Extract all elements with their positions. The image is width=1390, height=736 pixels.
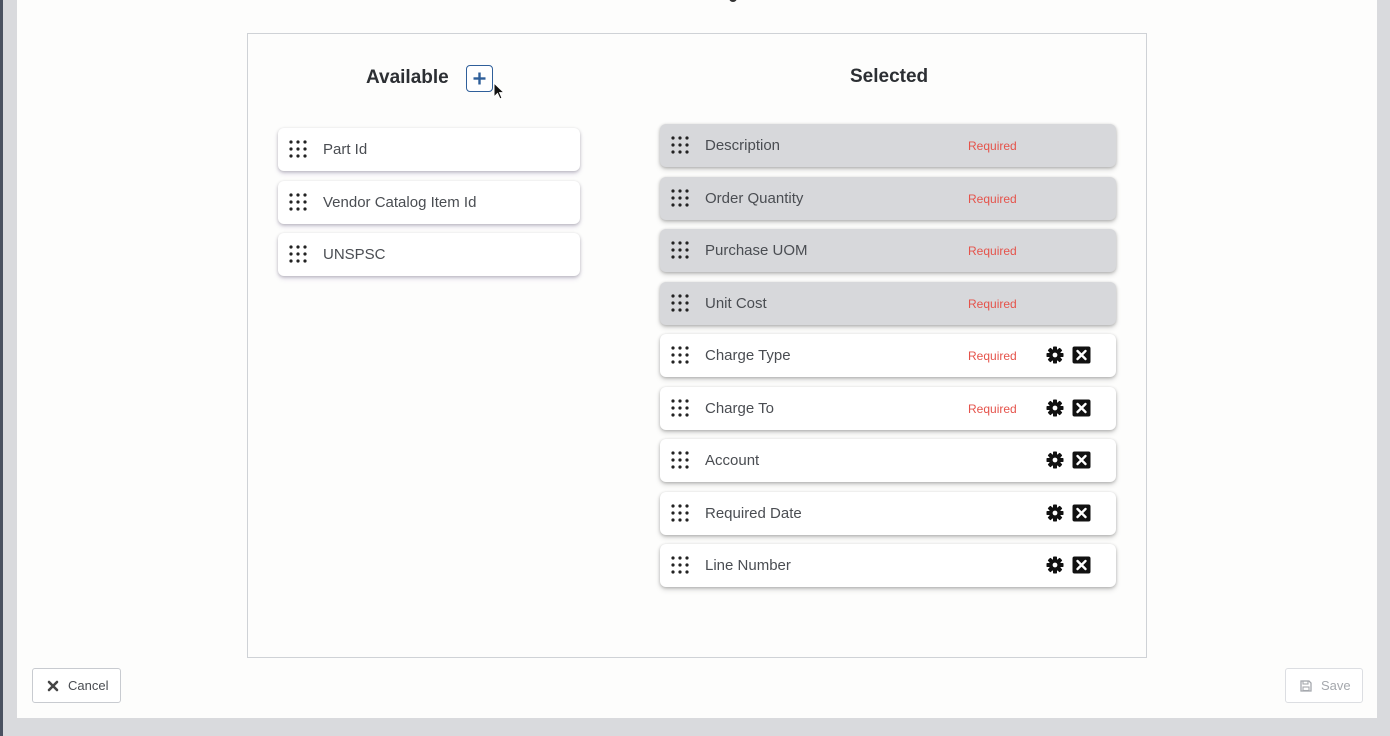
close-icon <box>47 680 59 691</box>
drag-handle-icon[interactable] <box>288 192 308 212</box>
remove-icon[interactable] <box>1072 346 1091 364</box>
drag-handle-icon[interactable] <box>288 139 308 159</box>
selected-field-item[interactable]: Charge Type Required <box>660 334 1116 377</box>
save-button[interactable]: Save <box>1285 668 1363 703</box>
drag-handle-icon[interactable] <box>670 135 690 155</box>
drag-handle-icon[interactable] <box>670 555 690 575</box>
available-column-title: Available <box>366 67 449 88</box>
modal-dialog: Available Selected Part Id Vendor Catalog… <box>17 0 1377 718</box>
selected-column-title: Selected <box>850 66 929 87</box>
selected-field-item[interactable]: Order Quantity Required <box>660 176 1116 220</box>
cancel-button[interactable]: Cancel <box>32 668 121 703</box>
drag-handle-icon[interactable] <box>288 244 308 264</box>
drag-handle-icon[interactable] <box>670 345 690 365</box>
drag-handle-icon[interactable] <box>670 398 690 418</box>
remove-icon[interactable] <box>1072 504 1091 522</box>
field-label: Vendor Catalog Item Id <box>323 193 477 211</box>
required-badge: Required <box>968 139 1017 153</box>
remove-icon[interactable] <box>1072 399 1091 417</box>
required-badge: Required <box>968 401 1017 416</box>
drag-handle-icon[interactable] <box>670 450 690 470</box>
gear-icon[interactable] <box>1046 556 1064 574</box>
available-field-item[interactable]: Part Id <box>278 128 580 171</box>
required-badge: Required <box>968 244 1017 258</box>
gear-icon[interactable] <box>1046 346 1064 364</box>
field-label: Description <box>705 137 781 154</box>
field-label: Charge Type <box>705 347 791 364</box>
required-badge: Required <box>968 191 1017 206</box>
gear-icon[interactable] <box>1046 504 1064 522</box>
drag-handle-icon[interactable] <box>670 293 690 313</box>
field-label: Required Date <box>705 504 802 522</box>
drag-handle-icon[interactable] <box>670 503 690 523</box>
selected-field-item[interactable]: Description Required <box>660 124 1116 167</box>
field-label: Account <box>705 452 760 469</box>
gear-icon[interactable] <box>1046 399 1064 417</box>
selected-field-item[interactable]: Required Date <box>660 491 1116 535</box>
dialog-title-fragment <box>729 0 737 2</box>
available-field-item[interactable]: UNSPSC <box>278 233 580 276</box>
selected-field-item[interactable]: Purchase UOM Required <box>660 229 1116 272</box>
selected-field-item[interactable]: Unit Cost Required <box>660 281 1116 325</box>
drag-handle-icon[interactable] <box>670 240 690 260</box>
gear-icon[interactable] <box>1046 451 1064 469</box>
plus-icon <box>473 72 486 85</box>
field-label: Order Quantity <box>705 189 804 207</box>
floppy-disk-icon <box>1300 679 1312 692</box>
field-label: Purchase UOM <box>705 242 808 259</box>
available-field-item[interactable]: Vendor Catalog Item Id <box>278 180 580 224</box>
remove-icon[interactable] <box>1072 451 1091 469</box>
required-badge: Required <box>968 349 1017 363</box>
required-badge: Required <box>968 296 1017 311</box>
field-label: Charge To <box>705 399 774 417</box>
field-label: Unit Cost <box>705 294 767 312</box>
remove-icon[interactable] <box>1072 556 1091 574</box>
add-field-button[interactable] <box>466 65 493 92</box>
drag-handle-icon[interactable] <box>670 188 690 208</box>
field-label: Line Number <box>705 557 791 574</box>
selected-field-item[interactable]: Charge To Required <box>660 386 1116 430</box>
selected-field-item[interactable]: Account <box>660 439 1116 482</box>
field-label: Part Id <box>323 141 368 158</box>
selected-field-item[interactable]: Line Number <box>660 544 1116 587</box>
window-border <box>0 0 3 736</box>
save-button-label: Save <box>1321 678 1351 693</box>
column-chooser-panel: Available Selected Part Id Vendor Catalog… <box>247 33 1147 658</box>
cancel-button-label: Cancel <box>68 678 109 693</box>
mouse-cursor-icon <box>493 82 505 100</box>
field-label: UNSPSC <box>323 246 386 263</box>
